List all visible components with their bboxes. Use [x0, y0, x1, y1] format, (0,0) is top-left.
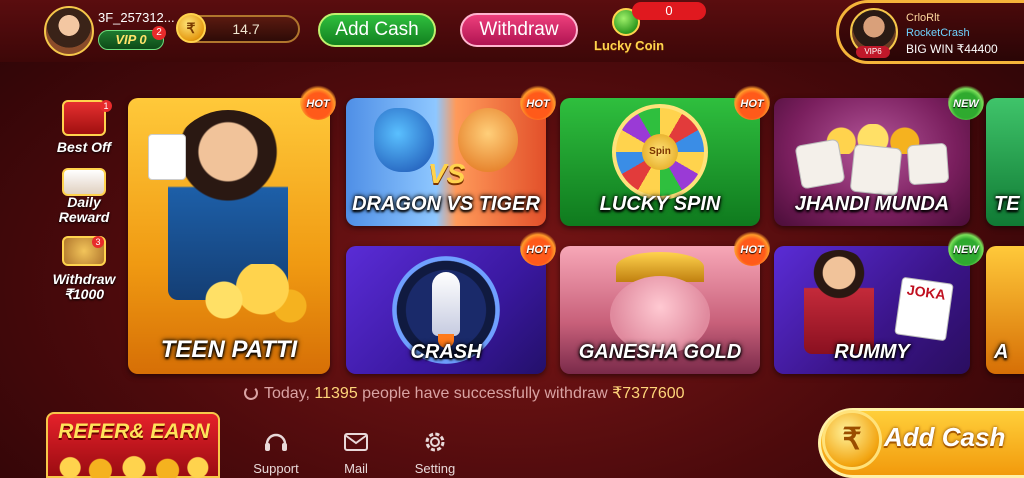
rupee-coin-icon: ₹ — [822, 410, 882, 470]
hot-tag: HOT — [734, 230, 770, 266]
lucky-coin-count: 0 — [632, 2, 706, 20]
tiger-icon — [458, 108, 518, 172]
side-badge: 1 — [100, 100, 112, 112]
ticker-count: 11395 — [314, 385, 358, 402]
lucky-coin-label[interactable]: Lucky Coin — [594, 38, 664, 53]
add-cash-button[interactable]: Add Cash — [318, 13, 436, 47]
rummy-dealer-figure — [804, 250, 874, 354]
winner-name: CrloRlt — [906, 12, 940, 24]
game-label: GANESHA GOLD — [578, 341, 742, 363]
playing-cards-icon — [148, 134, 186, 180]
game-label: TEEN PATTI — [160, 336, 298, 363]
game-label: DRAGON VS TIGER — [352, 193, 540, 215]
rocket-icon — [432, 272, 460, 336]
game-card-rummy[interactable]: JOKA RUMMY — [774, 246, 970, 374]
setting-label: Setting — [414, 461, 456, 476]
winner-game: RocketCrash — [906, 27, 970, 39]
game-label: A — [994, 341, 1009, 363]
dice-icon — [849, 143, 903, 197]
game-label: RUMMY — [834, 341, 910, 363]
side-badge: 3 — [92, 236, 104, 248]
game-label: JHANDI MUNDA — [794, 193, 950, 215]
gold-coins-icon — [188, 264, 308, 324]
game-card-teen-patti[interactable]: TEEN PATTI — [128, 98, 330, 374]
new-tag: NEW — [948, 84, 984, 120]
hot-tag: HOT — [520, 84, 556, 120]
spin-center: Spin — [642, 134, 678, 170]
game-card-partial-top[interactable]: TE — [986, 98, 1024, 226]
game-label: TE — [994, 193, 1020, 215]
side-item-daily-reward[interactable]: Daily Reward — [44, 168, 124, 226]
dice-icon — [906, 142, 950, 186]
support-label: Support — [253, 461, 299, 476]
game-label: LUCKY SPIN — [599, 193, 721, 215]
game-card-dragon-vs-tiger[interactable]: VS DRAGON VS TIGER — [346, 98, 546, 226]
avatar[interactable] — [44, 6, 94, 56]
rupee-coin-icon: ₹ — [176, 13, 206, 43]
side-item-best-off[interactable]: 1 Best Off — [44, 100, 124, 158]
gear-icon — [425, 432, 445, 452]
game-card-crash[interactable]: CRASH — [346, 246, 546, 374]
ticker-prefix: Today, — [264, 385, 310, 402]
ticker-middle: people have successfully withdraw — [362, 385, 608, 402]
side-item-label: Daily Reward — [58, 194, 110, 225]
refer-earn-label[interactable]: REFER& EARN — [50, 420, 218, 444]
withdraw-ticker: Today, 11395 people have successfully wi… — [244, 383, 804, 403]
setting-button[interactable]: Setting — [405, 430, 465, 476]
hot-tag: HOT — [520, 230, 556, 266]
game-card-ganesha-gold[interactable]: GANESHA GOLD — [560, 246, 760, 374]
support-button[interactable]: Support — [246, 430, 306, 476]
dragon-icon — [374, 108, 434, 172]
game-card-jhandi-munda[interactable]: JHANDI MUNDA — [774, 98, 970, 226]
game-card-partial-bottom[interactable]: A — [986, 246, 1024, 374]
vip-notification-badge: 2 — [152, 26, 166, 40]
calendar-icon — [62, 168, 106, 196]
ticker-amount: ₹7377600 — [612, 385, 685, 402]
mail-button[interactable]: Mail — [326, 430, 386, 476]
side-item-label: Best Off — [56, 139, 112, 155]
joker-card-icon: JOKA — [894, 276, 954, 342]
game-card-lucky-spin[interactable]: Spin LUCKY SPIN — [560, 98, 760, 226]
side-item-withdraw-1000[interactable]: 3 Withdraw ₹1000 — [44, 236, 124, 308]
coin-pile-icon — [50, 452, 218, 478]
mail-label: Mail — [344, 461, 368, 476]
vs-text: VS — [428, 158, 466, 189]
add-cash-big-label[interactable]: Add Cash — [884, 422, 1005, 453]
support-icon — [265, 433, 287, 451]
username: 3F_257312... — [98, 10, 175, 25]
hot-tag: HOT — [300, 84, 336, 120]
hot-tag: HOT — [734, 84, 770, 120]
dice-icon — [794, 138, 846, 190]
withdraw-button[interactable]: Withdraw — [460, 13, 578, 47]
winner-amount: BIG WIN ₹44400 — [906, 42, 998, 56]
mail-icon — [344, 433, 368, 451]
side-item-label: Withdraw ₹1000 — [52, 271, 116, 302]
winner-vip-badge: VIP6 — [856, 46, 890, 58]
game-label: CRASH — [410, 341, 482, 363]
new-tag: NEW — [948, 230, 984, 266]
